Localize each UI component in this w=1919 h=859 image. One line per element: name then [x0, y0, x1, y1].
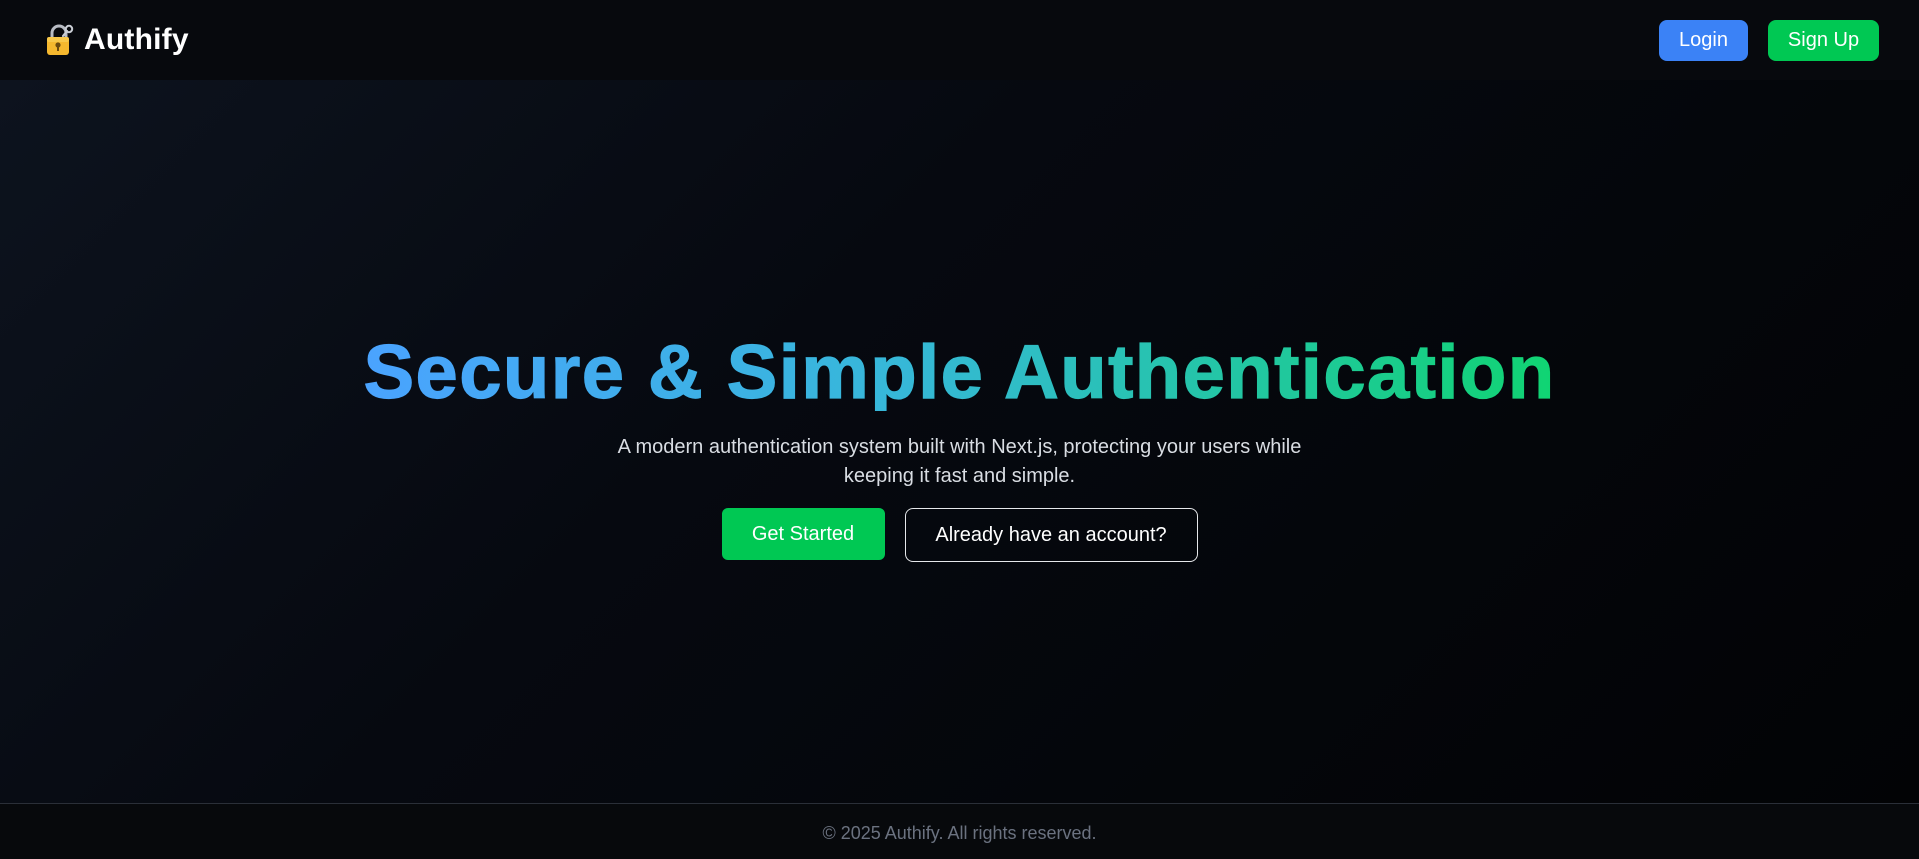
footer-copyright: © 2025 Authify. All rights reserved.: [822, 823, 1097, 843]
navbar: Authify Login Sign Up: [0, 0, 1919, 80]
signup-button[interactable]: Sign Up: [1768, 19, 1879, 61]
page: Authify Login Sign Up Secure & Simple Au…: [0, 0, 1919, 859]
lock-with-key-icon: [47, 24, 74, 55]
hero-section: Secure & Simple Authentication A modern …: [0, 80, 1919, 803]
hero-actions: Get Started Already have an account?: [721, 508, 1198, 562]
hero-title: Secure & Simple Authentication: [363, 330, 1556, 415]
login-button[interactable]: Login: [1659, 19, 1748, 61]
hero-subtitle: A modern authentication system built wit…: [617, 436, 1302, 487]
already-have-account-button[interactable]: Already have an account?: [904, 508, 1198, 562]
brand-name: Authify: [84, 23, 189, 56]
brand[interactable]: Authify: [44, 23, 189, 57]
footer: © 2025 Authify. All rights reserved.: [0, 803, 1919, 859]
nav-actions: Login Sign Up: [1659, 19, 1879, 61]
get-started-button[interactable]: Get Started: [721, 508, 885, 560]
